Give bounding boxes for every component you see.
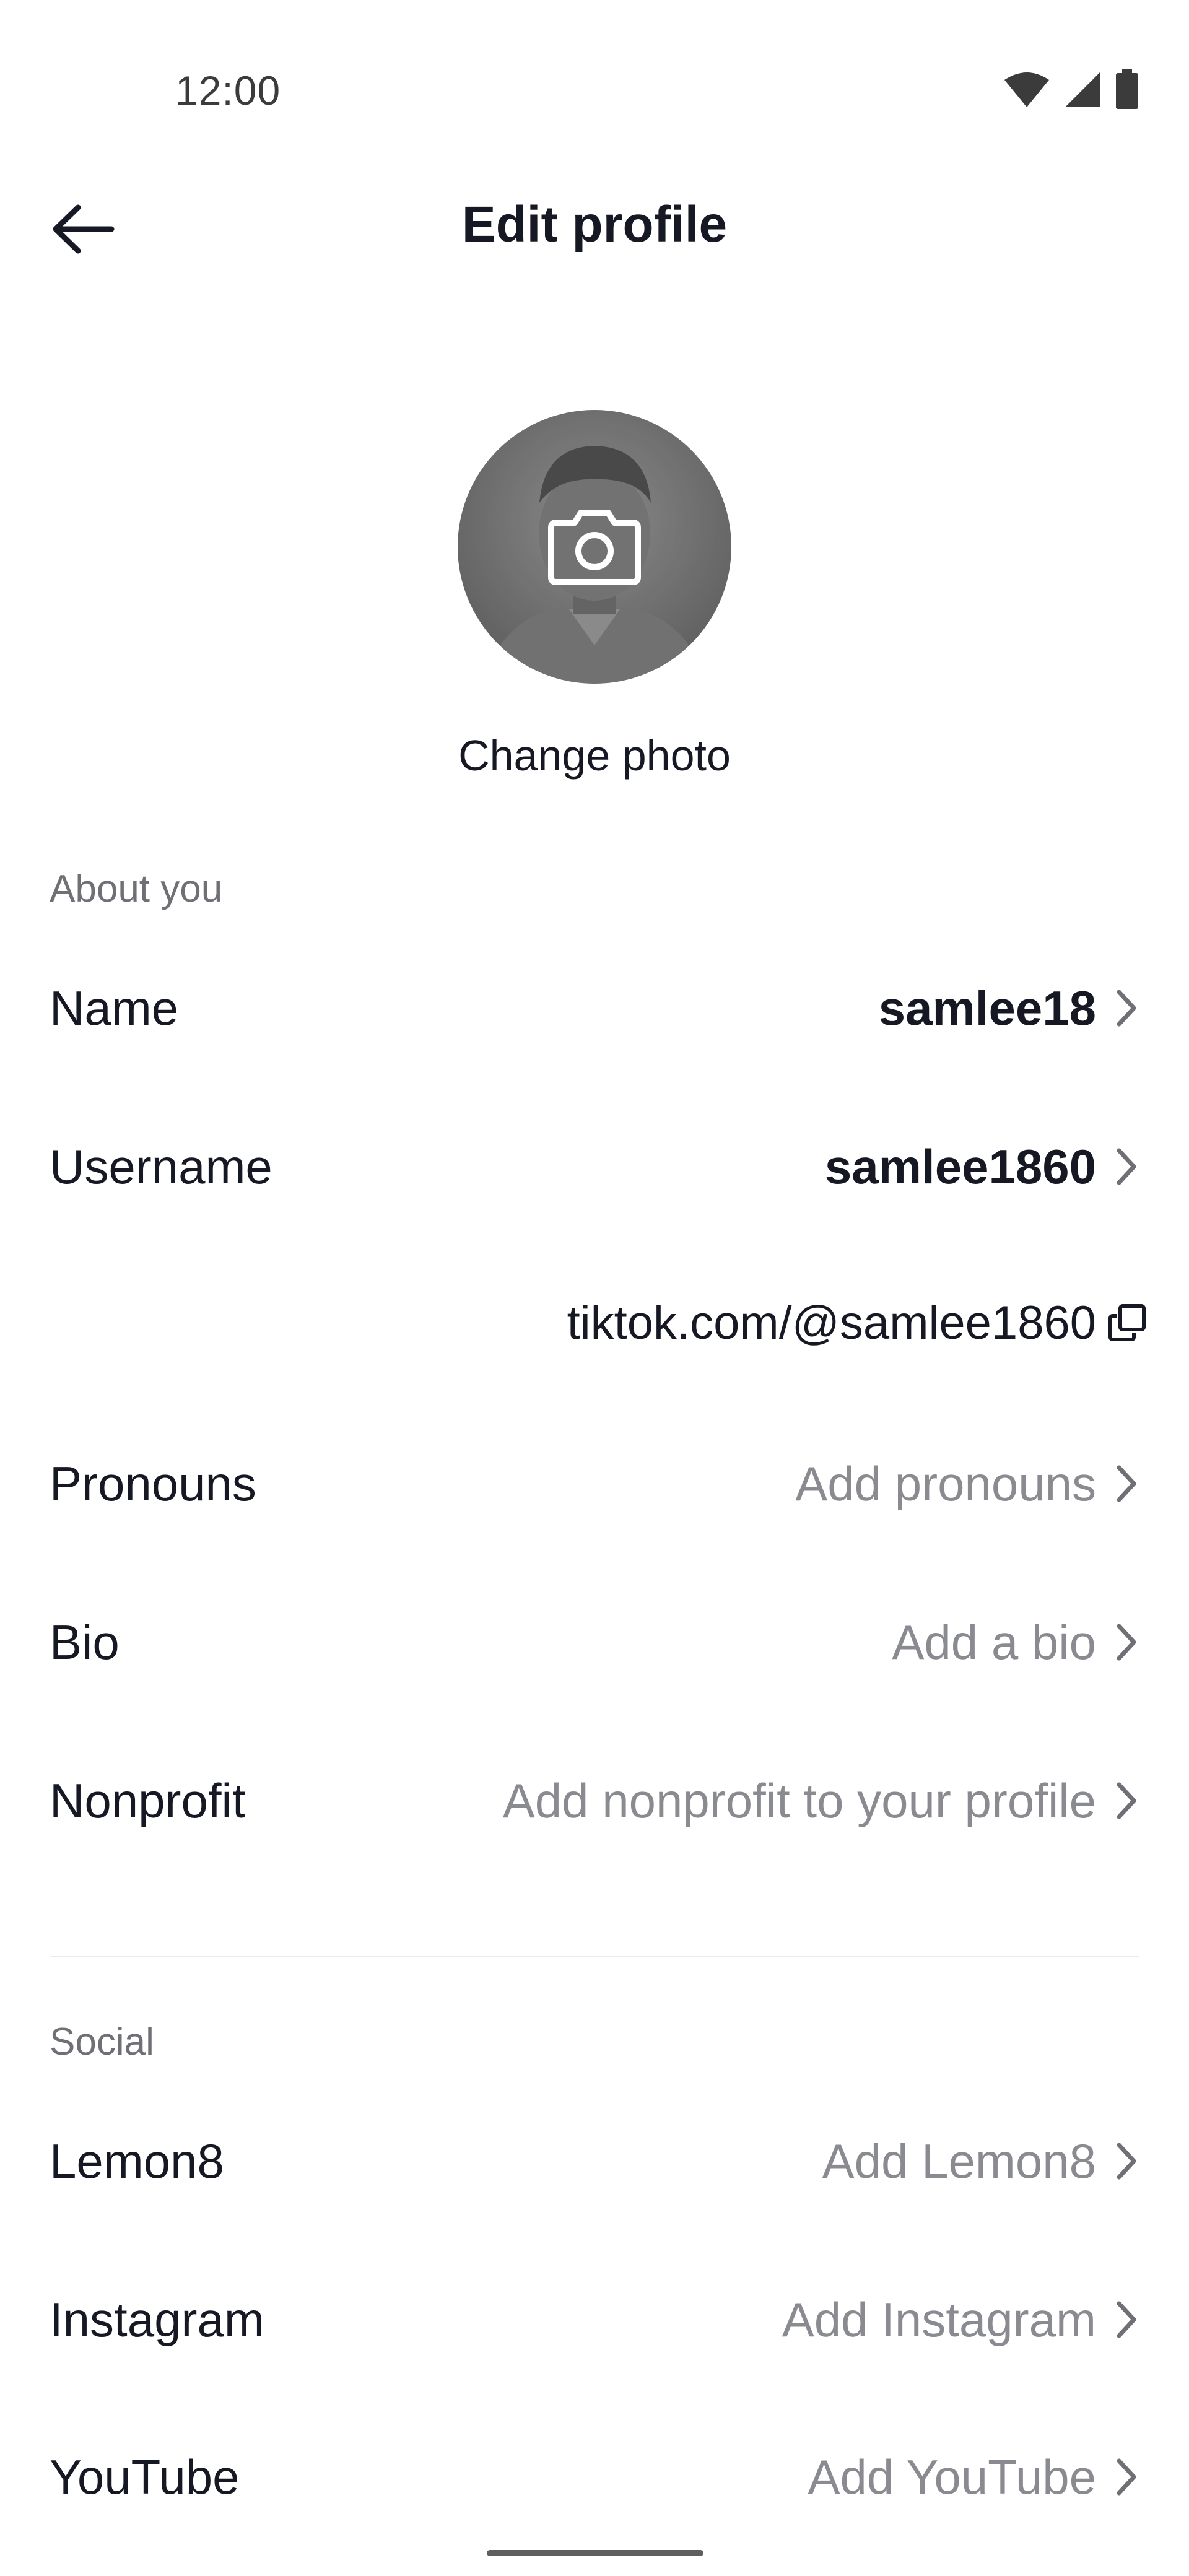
battery-icon <box>1116 69 1138 109</box>
profile-link: tiktok.com/@samlee1860 <box>567 1296 1096 1349</box>
row-pronouns[interactable]: Pronouns Add pronouns <box>0 1416 1189 1552</box>
row-instagram[interactable]: Instagram Add Instagram <box>0 2252 1189 2388</box>
home-indicator[interactable] <box>487 2550 703 2556</box>
instagram-value: Add Instagram <box>782 2292 1096 2347</box>
section-divider <box>50 1956 1139 1957</box>
chevron-right-icon <box>1110 1779 1143 1822</box>
row-name[interactable]: Name samlee18 <box>0 940 1189 1076</box>
section-label-social: Social <box>50 2021 154 2063</box>
lemon8-label: Lemon8 <box>50 2133 224 2188</box>
copy-icon[interactable] <box>1102 1298 1152 1347</box>
wifi-icon <box>1004 72 1049 107</box>
lemon8-value: Add Lemon8 <box>822 2133 1096 2188</box>
chevron-right-icon <box>1110 2298 1143 2341</box>
profile-photo[interactable] <box>458 410 731 684</box>
chevron-right-icon <box>1110 986 1143 1030</box>
row-youtube[interactable]: YouTube Add YouTube <box>0 2409 1189 2545</box>
signal-icon <box>1065 72 1100 107</box>
change-photo-link[interactable]: Change photo <box>0 731 1189 780</box>
camera-icon <box>548 510 641 585</box>
chevron-right-icon <box>1110 1621 1143 1664</box>
row-username[interactable]: Username samlee1860 <box>0 1099 1189 1235</box>
nonprofit-label: Nonprofit <box>50 1773 246 1828</box>
instagram-label: Instagram <box>50 2292 264 2347</box>
bio-value: Add a bio <box>892 1614 1096 1669</box>
row-nonprofit[interactable]: Nonprofit Add nonprofit to your profile <box>0 1733 1189 1869</box>
youtube-value: Add YouTube <box>808 2449 1096 2504</box>
nonprofit-value: Add nonprofit to your profile <box>502 1773 1096 1828</box>
name-label: Name <box>50 980 179 1035</box>
username-value: samlee1860 <box>824 1139 1096 1194</box>
page-title: Edit profile <box>461 196 728 253</box>
status-icons <box>1003 69 1139 110</box>
status-time: 12:00 <box>175 67 281 113</box>
chevron-right-icon <box>1110 2455 1143 2499</box>
chevron-right-icon <box>1110 1145 1143 1188</box>
row-bio[interactable]: Bio Add a bio <box>0 1574 1189 1710</box>
profile-link-row: tiktok.com/@samlee1860 <box>0 1273 1189 1372</box>
bio-label: Bio <box>50 1614 120 1669</box>
chevron-right-icon <box>1110 2139 1143 2183</box>
row-lemon8[interactable]: Lemon8 Add Lemon8 <box>0 2093 1189 2229</box>
status-bar: 12:00 <box>0 0 1189 142</box>
chevron-right-icon <box>1110 1462 1143 1505</box>
name-value: samlee18 <box>878 980 1096 1035</box>
pronouns-value: Add pronouns <box>795 1456 1096 1511</box>
youtube-label: YouTube <box>50 2449 240 2504</box>
section-label-about: About you <box>50 868 223 910</box>
username-label: Username <box>50 1139 272 1194</box>
header: Edit profile <box>0 173 1189 285</box>
pronouns-label: Pronouns <box>50 1456 256 1511</box>
